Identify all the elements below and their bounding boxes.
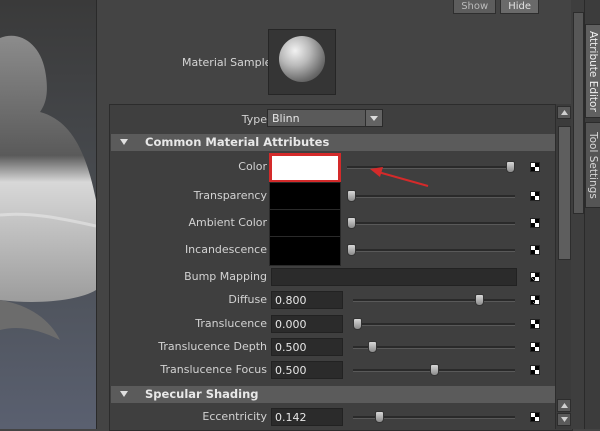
color-swatch[interactable]: [269, 209, 341, 239]
slider-handle[interactable]: [347, 244, 356, 256]
color-swatch[interactable]: [269, 153, 341, 183]
map-checker-icon[interactable]: [530, 245, 540, 255]
type-label: Type: [241, 113, 267, 126]
attr-label: Ambient Color: [188, 216, 267, 229]
map-checker-icon[interactable]: [530, 295, 540, 305]
type-value: Blinn: [272, 112, 300, 125]
color-swatch[interactable]: [269, 236, 341, 266]
map-checker-icon[interactable]: [530, 412, 540, 422]
panel-scrollbar-thumb[interactable]: [573, 12, 584, 214]
attr-label: Eccentricity: [202, 410, 267, 423]
slider-track[interactable]: [347, 222, 515, 225]
map-checker-icon[interactable]: [530, 218, 540, 228]
slider-handle[interactable]: [353, 318, 362, 330]
section-specular-shading[interactable]: Specular Shading: [111, 386, 555, 403]
viewport[interactable]: [0, 0, 96, 429]
show-button[interactable]: Show: [453, 0, 497, 14]
value-field[interactable]: 0.500: [271, 361, 343, 379]
slider-track[interactable]: [347, 166, 515, 169]
attr-label: Translucence Focus: [160, 363, 267, 376]
attr-label: Color: [238, 160, 267, 173]
scroll-down-icon[interactable]: [557, 413, 571, 426]
slider-track[interactable]: [347, 249, 515, 252]
attribute-editor-panel: Show Hide Material Sample Type Blinn Com…: [96, 0, 585, 431]
slider-handle[interactable]: [506, 161, 515, 173]
tab-tool-settings[interactable]: Tool Settings: [585, 122, 600, 208]
map-checker-icon[interactable]: [530, 272, 540, 282]
slider-track[interactable]: [353, 323, 515, 326]
slider-handle[interactable]: [475, 294, 485, 306]
slider-track[interactable]: [353, 346, 515, 349]
bump-mapping-field[interactable]: [271, 268, 517, 286]
value-field[interactable]: 0.800: [271, 291, 343, 309]
map-checker-icon[interactable]: [530, 365, 540, 375]
attr-label: Translucence Depth: [158, 340, 267, 353]
slider-track[interactable]: [353, 299, 515, 302]
map-checker-icon[interactable]: [530, 319, 540, 329]
material-sample-label: Material Sample: [182, 56, 272, 69]
attr-label: Transparency: [193, 189, 267, 202]
hide-button[interactable]: Hide: [500, 0, 539, 14]
section-title: Common Material Attributes: [145, 135, 330, 149]
side-tab-strip: Attribute Editor Tool Settings: [584, 0, 600, 429]
collapse-triangle-icon[interactable]: [120, 391, 128, 397]
slider-handle[interactable]: [429, 364, 439, 376]
value-field[interactable]: 0.000: [271, 315, 343, 333]
section-title: Specular Shading: [145, 387, 259, 401]
tab-attribute-editor[interactable]: Attribute Editor: [585, 24, 600, 118]
show-hide-buttons: Show Hide: [453, 0, 539, 14]
attr-label: Diffuse: [228, 293, 267, 306]
value-field[interactable]: 0.500: [271, 338, 343, 356]
slider-handle[interactable]: [368, 341, 378, 353]
panel-scrollbar[interactable]: [571, 0, 585, 429]
section-common-material-attributes[interactable]: Common Material Attributes: [111, 134, 555, 151]
material-sample-swatch[interactable]: [268, 29, 336, 95]
scroll-up-icon[interactable]: [557, 399, 571, 412]
attributes-scrollbar[interactable]: [555, 104, 572, 429]
value-field[interactable]: 0.142: [271, 408, 343, 426]
map-checker-icon[interactable]: [530, 342, 540, 352]
slider-track[interactable]: [347, 195, 515, 198]
type-dropdown[interactable]: Blinn: [267, 109, 383, 127]
attr-label: Incandescence: [184, 243, 267, 256]
shark-model: [0, 35, 96, 340]
dropdown-arrow-icon[interactable]: [365, 110, 382, 126]
slider-handle[interactable]: [374, 411, 384, 423]
attr-label: Bump Mapping: [184, 270, 267, 283]
scroll-up-icon[interactable]: [557, 106, 571, 119]
attr-label: Translucence: [195, 317, 267, 330]
material-sphere-preview: [279, 36, 325, 82]
collapse-triangle-icon[interactable]: [120, 139, 128, 145]
slider-handle[interactable]: [347, 190, 356, 202]
slider-handle[interactable]: [347, 217, 356, 229]
color-swatch[interactable]: [269, 182, 341, 212]
scrollbar-thumb[interactable]: [558, 126, 571, 260]
map-checker-icon[interactable]: [530, 162, 540, 172]
map-checker-icon[interactable]: [530, 191, 540, 201]
